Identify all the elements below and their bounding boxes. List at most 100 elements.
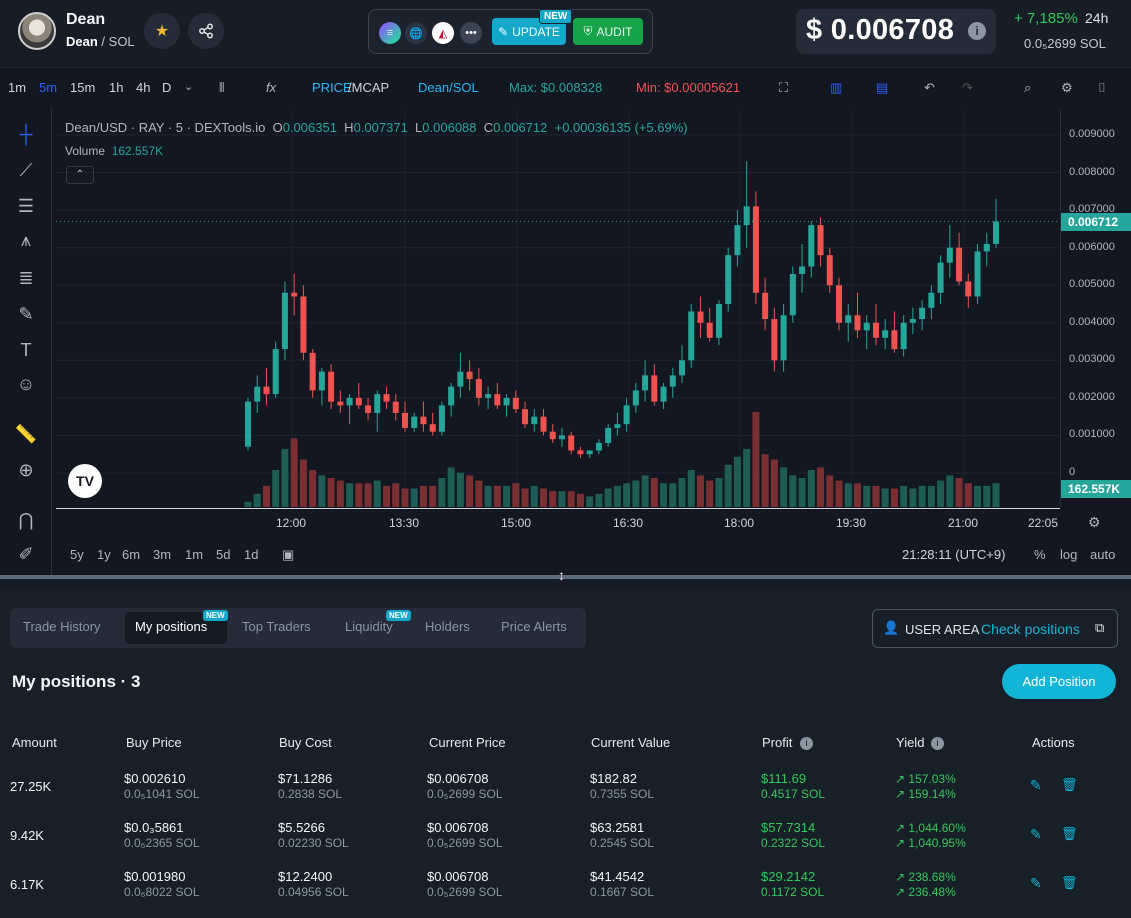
volume-bar: [346, 483, 354, 507]
ruler-icon[interactable]: 📏: [12, 420, 40, 448]
interval-5m[interactable]: 5m: [39, 80, 57, 95]
collapse-legend-button[interactable]: ⌃: [66, 166, 94, 184]
audit-button[interactable]: ⛨ AUDIT: [573, 18, 643, 45]
zoom-time-icon[interactable]: ⌕: [1024, 80, 1031, 96]
range-6m[interactable]: 6m: [122, 547, 140, 562]
percent-scale[interactable]: %: [1034, 547, 1046, 562]
undo-icon[interactable]: ↶: [924, 80, 935, 96]
interval-15m[interactable]: 15m: [70, 80, 95, 95]
axis-settings-icon[interactable]: ⚙: [1088, 514, 1101, 531]
chart-toolbar: 1m 5m 15m 1h 4h D ⌄ ⫴ fx PRICE /MCAP Dea…: [0, 68, 1131, 108]
chart-clock[interactable]: 21:28:11 (UTC+9): [902, 547, 1005, 562]
profit-sol: 0.4517 SOL: [761, 787, 826, 801]
chevron-down-icon[interactable]: ⌄: [184, 80, 193, 93]
yield-info-icon[interactable]: i: [931, 737, 944, 750]
resize-arrows-icon[interactable]: ↕: [558, 567, 565, 583]
tab-top-traders[interactable]: Top Traders: [242, 619, 311, 634]
pair-toggle[interactable]: Dean/SOL: [418, 80, 479, 95]
profit-info-icon[interactable]: i: [800, 737, 813, 750]
brush-icon[interactable]: ✎: [12, 300, 40, 328]
volume-bar: [780, 467, 788, 507]
volume-bar: [410, 488, 418, 507]
histogram-icon[interactable]: ▤: [876, 80, 888, 96]
price-axis[interactable]: 0.009000 0.008000 0.007000 0.006000 0.005000…: [1060, 110, 1131, 507]
tradingview-logo[interactable]: TV: [68, 464, 102, 498]
website-icon[interactable]: 🌐: [405, 22, 427, 44]
candle-body: [983, 243, 990, 252]
camera-icon[interactable]: ⌷: [1098, 80, 1106, 96]
fullscreen-icon[interactable]: ⛶: [779, 80, 788, 96]
interval-1m[interactable]: 1m: [8, 80, 26, 95]
legend-close: 0.006712: [493, 120, 548, 135]
more-icon[interactable]: •••: [460, 22, 482, 44]
pitchfork-icon[interactable]: ⩚: [12, 226, 40, 254]
candle-body: [919, 307, 926, 320]
lock-drawings-icon[interactable]: ✐: [12, 540, 40, 568]
favorite-button[interactable]: ★: [144, 13, 180, 49]
y-tick-label: 0: [1069, 466, 1076, 478]
dextools-icon[interactable]: ◭: [432, 22, 454, 44]
range-5y[interactable]: 5y: [70, 547, 84, 562]
interval-1h[interactable]: 1h: [109, 80, 123, 95]
add-position-button[interactable]: Add Position: [1002, 664, 1116, 699]
auto-scale[interactable]: auto: [1090, 547, 1115, 562]
candle-body: [448, 386, 455, 406]
trend-line-icon[interactable]: ⟋: [12, 156, 40, 184]
fib-icon[interactable]: ≣: [12, 264, 40, 292]
zoom-in-icon[interactable]: ⊕: [12, 456, 40, 484]
user-area[interactable]: 👤 USER AREA Check positions ⧉: [872, 609, 1118, 648]
date-range-icon[interactable]: ▣: [282, 547, 294, 563]
panel-resize-handle[interactable]: [0, 575, 1131, 579]
gear-icon[interactable]: ⚙: [1061, 80, 1073, 96]
horizontal-lines-icon[interactable]: ☰: [12, 192, 40, 220]
redo-icon[interactable]: ↷: [962, 80, 973, 96]
range-1d[interactable]: 1d: [244, 547, 258, 562]
tab-my-positions[interactable]: My positions: [135, 619, 207, 634]
edit-icon[interactable]: ✎: [1030, 875, 1042, 892]
info-icon[interactable]: i: [968, 22, 986, 40]
candlestick-chart[interactable]: [56, 110, 1060, 507]
interval-4h[interactable]: 4h: [136, 80, 150, 95]
indicators-icon[interactable]: fx: [266, 80, 276, 95]
edit-icon[interactable]: ✎: [1030, 826, 1042, 843]
volume-bar: [244, 501, 252, 507]
interval-d[interactable]: D: [162, 80, 171, 95]
range-5d[interactable]: 5d: [216, 547, 230, 562]
solana-icon[interactable]: ≡: [379, 22, 401, 44]
log-scale[interactable]: log: [1060, 547, 1077, 562]
range-1y[interactable]: 1y: [97, 547, 111, 562]
magnet-icon[interactable]: ⋂: [12, 506, 40, 534]
volume-bar: [983, 485, 991, 507]
audit-label: AUDIT: [596, 24, 633, 39]
chart-area[interactable]: 1m 5m 15m 1h 4h D ⌄ ⫴ fx PRICE /MCAP Dea…: [0, 68, 1131, 578]
edit-icon[interactable]: ✎: [1030, 777, 1042, 794]
candle-body: [512, 397, 519, 410]
buy-cost-sol: 0.2838 SOL: [278, 787, 343, 801]
trash-icon[interactable]: 🗑: [1061, 826, 1078, 842]
y-tick-label: 0.003000: [1069, 353, 1115, 366]
mcap-toggle[interactable]: /MCAP: [348, 80, 389, 95]
external-link-icon[interactable]: ⧉: [1095, 620, 1104, 636]
check-positions-link[interactable]: Check positions: [981, 621, 1080, 637]
crosshair-icon[interactable]: ┼: [12, 120, 40, 148]
time-axis[interactable]: 12:00 13:30 15:00 16:30 18:00 19:30 21:00 22:05: [56, 508, 1060, 538]
col-current-price: Current Price: [429, 735, 506, 750]
token-header: Dean Dean / SOL ★ ≡ 🌐 ◭ ••• ✎ UPDATE NEW …: [0, 0, 1131, 68]
range-1m[interactable]: 1m: [185, 547, 203, 562]
emoji-icon[interactable]: ☺: [12, 370, 40, 398]
tab-trade-history[interactable]: Trade History: [23, 619, 101, 634]
tab-price-alerts[interactable]: Price Alerts: [501, 619, 567, 634]
tab-holders[interactable]: Holders: [425, 619, 470, 634]
candle-type-icon[interactable]: ⫴: [219, 80, 224, 96]
volume-bar: [604, 488, 612, 507]
share-button[interactable]: [188, 13, 224, 49]
trash-icon[interactable]: 🗑: [1061, 875, 1078, 891]
trash-icon[interactable]: 🗑: [1061, 777, 1078, 793]
candle-body: [586, 450, 593, 455]
tab-liquidity[interactable]: Liquidity: [345, 619, 393, 634]
text-icon[interactable]: T: [12, 336, 40, 364]
range-3m[interactable]: 3m: [153, 547, 171, 562]
price-toggle[interactable]: PRICE: [312, 80, 352, 95]
bar-chart-icon[interactable]: ▥: [830, 80, 842, 96]
user-icon: 👤: [883, 620, 900, 635]
